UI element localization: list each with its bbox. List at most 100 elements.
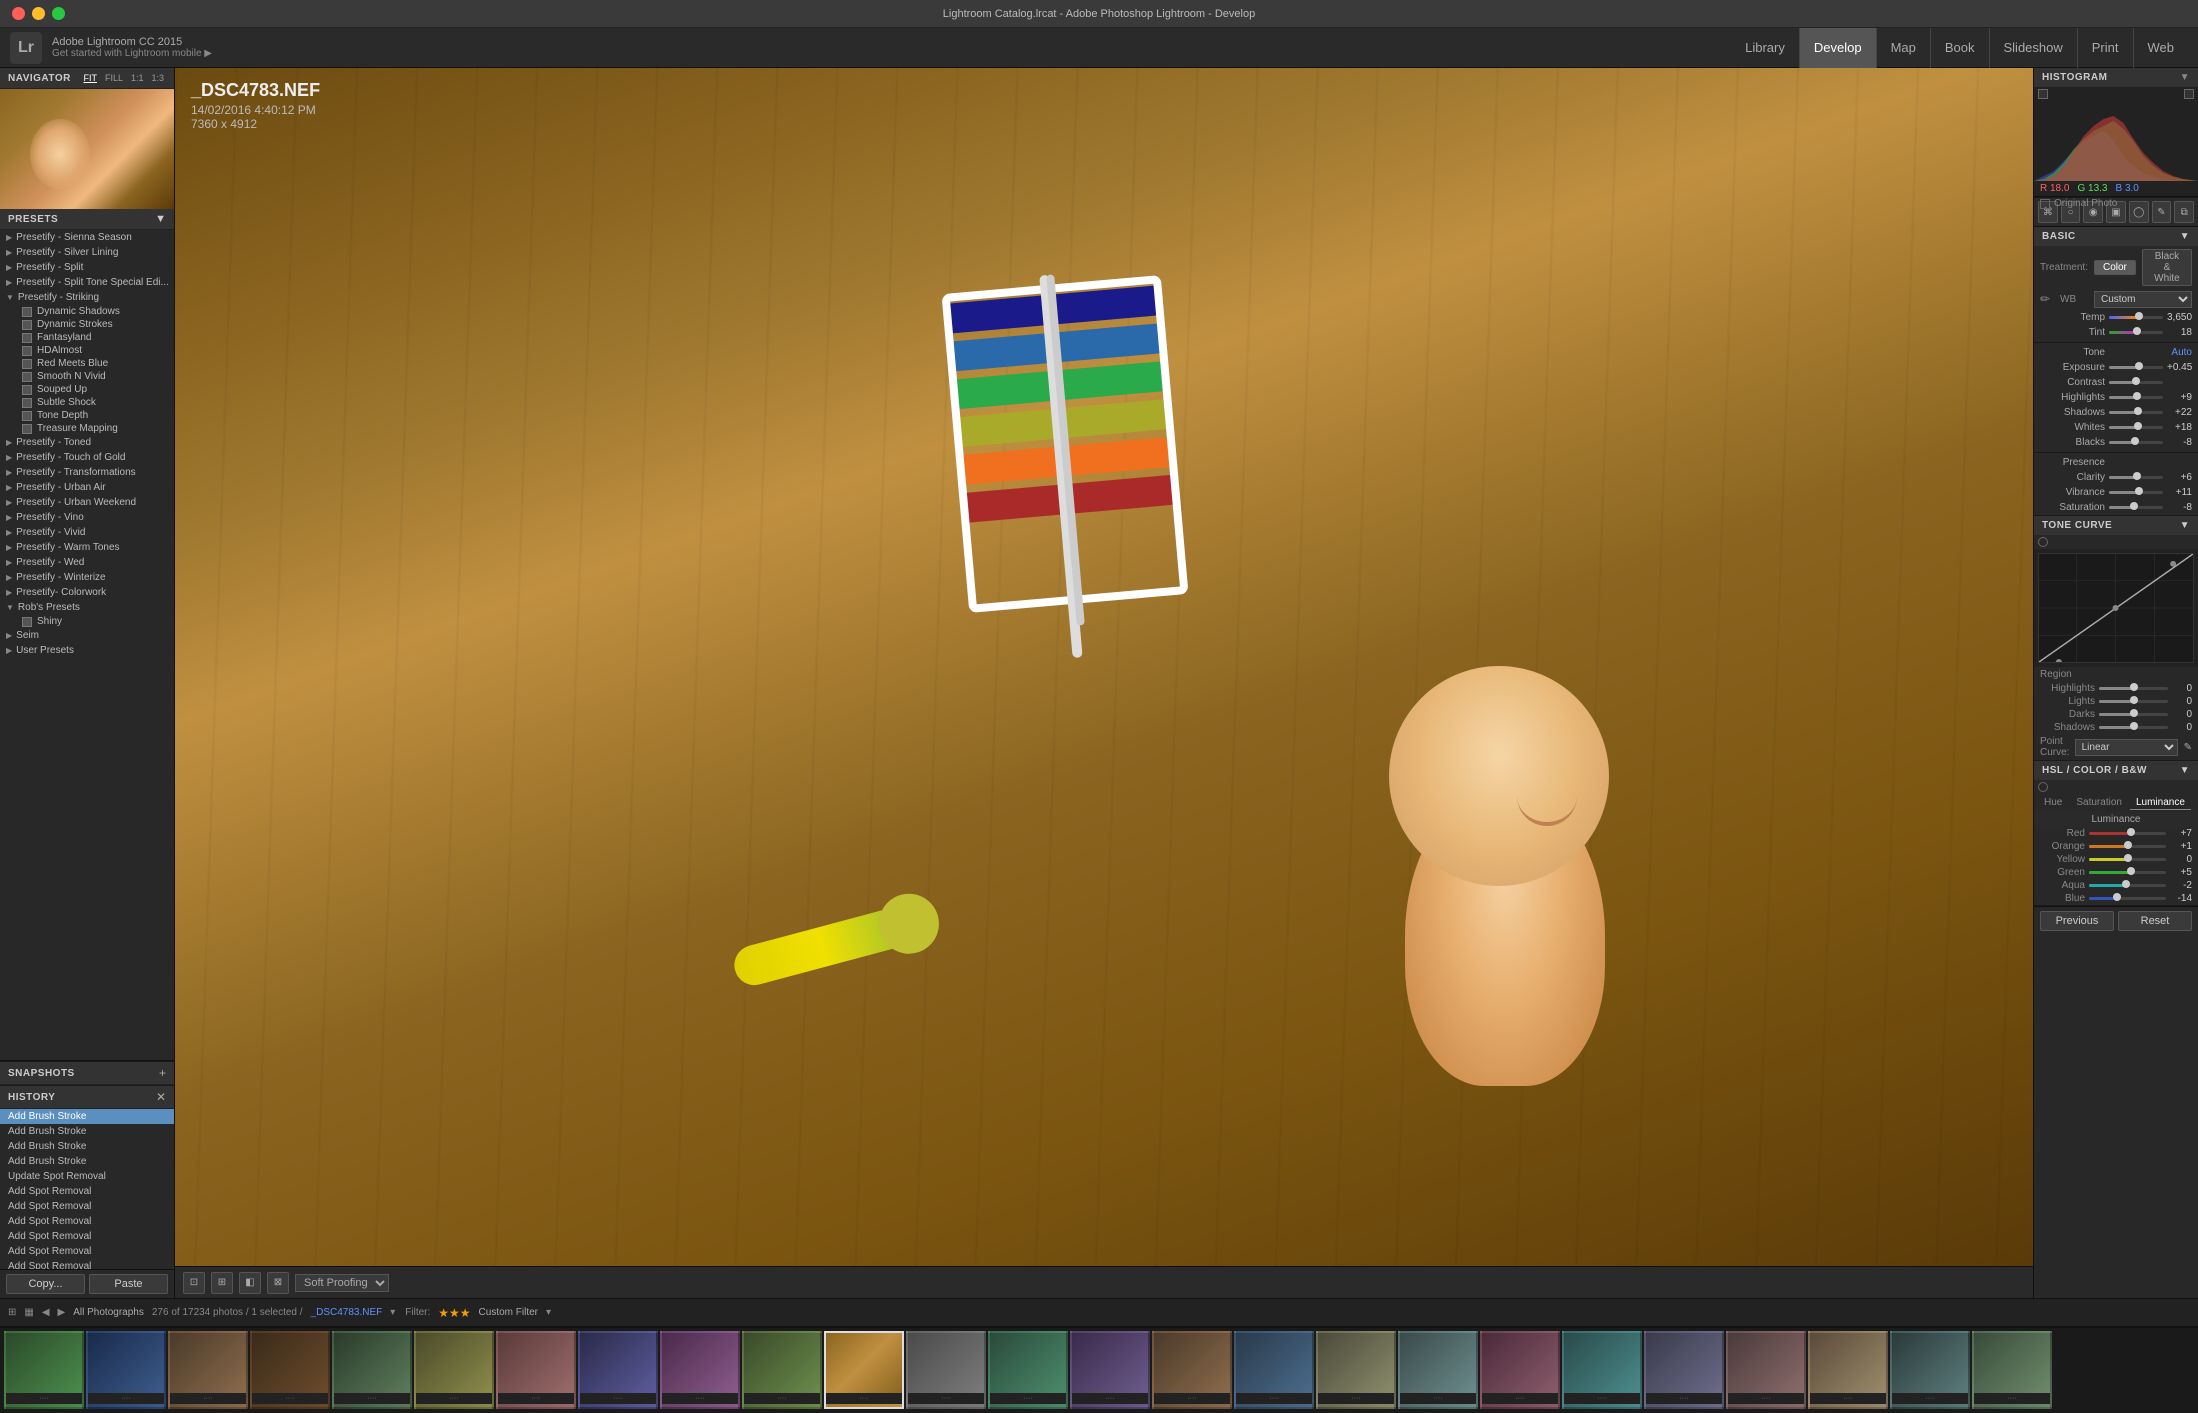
tab-book[interactable]: Book [1930, 28, 1989, 68]
filmstrip-thumb[interactable]: ···· [168, 1331, 248, 1409]
contrast-slider[interactable] [2109, 381, 2163, 384]
history-item[interactable]: Add Spot Removal [0, 1229, 174, 1244]
preset-group-transformations[interactable]: ▶ Presetify - Transformations [0, 465, 174, 480]
preset-group-user[interactable]: ▶ User Presets [0, 643, 174, 658]
tab-develop[interactable]: Develop [1799, 28, 1876, 68]
preset-treasure-mapping[interactable]: Treasure Mapping [0, 422, 174, 435]
preset-souped-up[interactable]: Souped Up [0, 383, 174, 396]
zoom-1-1[interactable]: 1:1 [129, 72, 146, 84]
filmstrip-thumb[interactable]: ···· [1808, 1331, 1888, 1409]
preset-group-split[interactable]: ▶ Presetify - Split [0, 260, 174, 275]
filmstrip-thumb[interactable]: ···· [1726, 1331, 1806, 1409]
minimize-button[interactable] [32, 7, 45, 20]
hsl-tab-luminance[interactable]: Luminance [2130, 796, 2191, 810]
hsl-header[interactable]: HSL / Color / B&W ▼ [2034, 761, 2198, 780]
zoom-1-3[interactable]: 1:3 [149, 72, 166, 84]
preset-group-toned[interactable]: ▶ Presetify - Toned [0, 435, 174, 450]
grid-view-icon[interactable]: ⊞ [8, 1307, 16, 1318]
maximize-button[interactable] [52, 7, 65, 20]
filter-dropdown-icon[interactable]: ▾ [546, 1307, 551, 1318]
previous-button[interactable]: Previous [2040, 911, 2114, 931]
before-after-btn[interactable]: ◧ [239, 1272, 261, 1294]
color-treatment-btn[interactable]: Color [2094, 260, 2136, 275]
preset-group-silver[interactable]: ▶ Presetify - Silver Lining [0, 245, 174, 260]
preset-group-seim[interactable]: ▶ Seim [0, 628, 174, 643]
filmstrip-thumb[interactable]: ···· [1234, 1331, 1314, 1409]
filmstrip-thumb[interactable]: ···· [414, 1331, 494, 1409]
hsl-tab-hue[interactable]: Hue [2038, 796, 2068, 810]
preset-group-winterize[interactable]: ▶ Presetify - Winterize [0, 570, 174, 585]
filmstrip-thumb[interactable]: ···· [742, 1331, 822, 1409]
window-controls[interactable] [12, 7, 65, 20]
preset-hdalmost[interactable]: HDAlmost [0, 344, 174, 357]
filmstrip-thumb[interactable]: ···· [1644, 1331, 1724, 1409]
preset-smooth-vivid[interactable]: Smooth N Vivid [0, 370, 174, 383]
history-header[interactable]: History ✕ [0, 1086, 174, 1109]
bw-treatment-btn[interactable]: Black & White [2142, 249, 2192, 286]
filmstrip-thumb[interactable]: ···· [1152, 1331, 1232, 1409]
whites-slider[interactable] [2109, 426, 2163, 429]
filmstrip-thumb[interactable]: ···· [1890, 1331, 1970, 1409]
wb-select[interactable]: Custom As Shot Auto Daylight [2094, 291, 2192, 308]
tab-print[interactable]: Print [2077, 28, 2133, 68]
filmstrip-thumb[interactable]: ···· [578, 1331, 658, 1409]
history-item[interactable]: Add Spot Removal [0, 1214, 174, 1229]
history-item[interactable]: Add Brush Stroke [0, 1109, 174, 1124]
basic-header[interactable]: Basic ▼ [2034, 227, 2198, 246]
filmstrip-thumb[interactable]: ···· [496, 1331, 576, 1409]
presets-header[interactable]: Presets ▼ [0, 209, 174, 230]
original-photo-checkbox[interactable] [2040, 199, 2050, 209]
eyedropper-icon[interactable]: ✏ [2040, 292, 2056, 308]
filmstrip-thumb[interactable]: ···· [988, 1331, 1068, 1409]
dropdown-icon[interactable]: ▾ [390, 1307, 395, 1318]
history-item[interactable]: Add Spot Removal [0, 1184, 174, 1199]
filmstrip-thumb-active[interactable]: ···· [824, 1331, 904, 1409]
history-item[interactable]: Add Brush Stroke [0, 1139, 174, 1154]
next-nav-icon[interactable]: ▶ [58, 1307, 66, 1318]
hsl-mode-btn[interactable] [2038, 782, 2048, 792]
tone-curve-header[interactable]: Tone Curve ▼ [2034, 516, 2198, 535]
preset-group-colorwork[interactable]: ▶ Presetify- Colorwork [0, 585, 174, 600]
filmstrip-thumb[interactable]: ···· [660, 1331, 740, 1409]
custom-filter-label[interactable]: Custom Filter [479, 1307, 538, 1318]
preset-group-wed[interactable]: ▶ Presetify - Wed [0, 555, 174, 570]
filmstrip-thumb[interactable]: ···· [4, 1331, 84, 1409]
copy-button[interactable]: Copy... [6, 1274, 85, 1294]
preset-red-meets-blue[interactable]: Red Meets Blue [0, 357, 174, 370]
highlights-region-slider[interactable] [2099, 687, 2168, 690]
saturation-slider[interactable] [2109, 506, 2163, 509]
temp-slider[interactable] [2109, 316, 2163, 319]
preset-group-warm-tones[interactable]: ▶ Presetify - Warm Tones [0, 540, 174, 555]
tone-curve-mode-btn[interactable] [2038, 537, 2048, 547]
highlights-slider[interactable] [2109, 396, 2163, 399]
blue-lum-slider[interactable] [2089, 897, 2166, 900]
filmstrip-icon[interactable]: ▦ [24, 1307, 33, 1318]
history-item[interactable]: Add Spot Removal [0, 1199, 174, 1214]
reset-button[interactable]: Reset [2118, 911, 2192, 931]
soft-proofing-select[interactable]: Soft Proofing [295, 1274, 389, 1292]
prev-nav-icon[interactable]: ◀ [42, 1307, 50, 1318]
paste-button[interactable]: Paste [89, 1274, 168, 1294]
clarity-slider[interactable] [2109, 476, 2163, 479]
shadow-clip-indicator[interactable] [2038, 89, 2048, 99]
point-curve-edit-icon[interactable]: ✎ [2184, 742, 2192, 753]
red-lum-slider[interactable] [2089, 832, 2166, 835]
history-item[interactable]: Add Brush Stroke [0, 1154, 174, 1169]
filmstrip-thumb[interactable]: ···· [1316, 1331, 1396, 1409]
preset-group-vino[interactable]: ▶ Presetify - Vino [0, 510, 174, 525]
preset-group-urban-air[interactable]: ▶ Presetify - Urban Air [0, 480, 174, 495]
zoom-fill[interactable]: FILL [103, 72, 125, 84]
history-item[interactable]: Update Spot Removal [0, 1169, 174, 1184]
preset-group-split-tone[interactable]: ▶ Presetify - Split Tone Special Edi... [0, 275, 174, 290]
filmstrip-thumb[interactable]: ···· [332, 1331, 412, 1409]
shadows-slider[interactable] [2109, 411, 2163, 414]
filmstrip-thumb[interactable]: ···· [1480, 1331, 1560, 1409]
shadows-region-slider[interactable] [2099, 726, 2168, 729]
exposure-slider[interactable] [2109, 366, 2163, 369]
green-lum-slider[interactable] [2089, 871, 2166, 874]
all-photographs-label[interactable]: All Photographs [73, 1307, 144, 1318]
tab-slideshow[interactable]: Slideshow [1989, 28, 2077, 68]
highlight-clip-indicator[interactable] [2184, 89, 2194, 99]
preset-dynamic-strokes[interactable]: Dynamic Strokes [0, 318, 174, 331]
zoom-fit[interactable]: FIT [81, 72, 99, 84]
